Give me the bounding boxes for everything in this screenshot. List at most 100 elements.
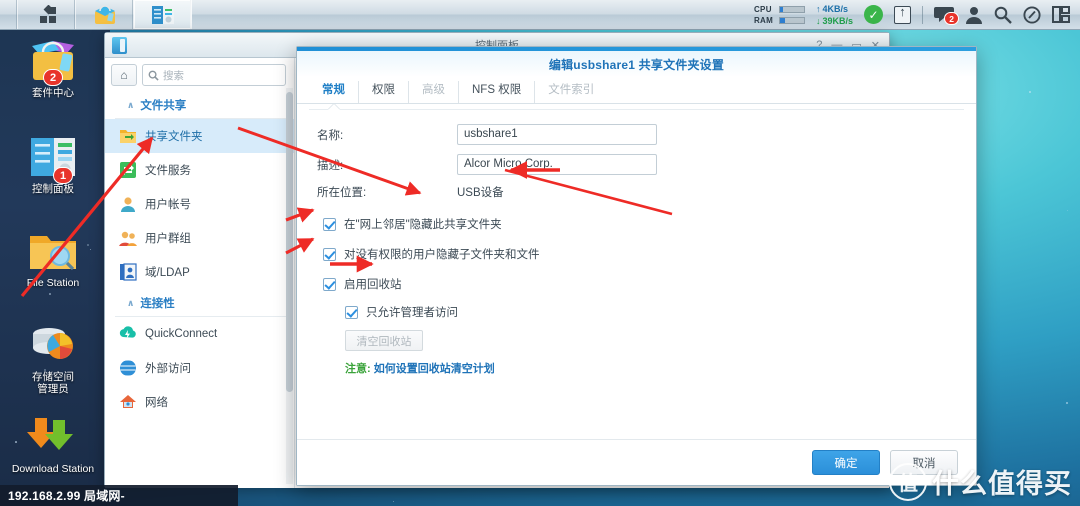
desktop-icon-download-station[interactable]: Download Station xyxy=(0,414,106,475)
widgets-icon[interactable] xyxy=(1052,6,1070,23)
search-input[interactable]: 搜索 xyxy=(142,64,286,86)
taskbar-control-panel[interactable] xyxy=(134,0,192,29)
upload-queue-icon[interactable] xyxy=(894,6,911,24)
control-panel-badge: 1 xyxy=(53,167,73,184)
sidebar-group-connectivity[interactable]: ∧ 连接性 xyxy=(115,289,290,317)
sidebar-item-label: 网络 xyxy=(145,394,168,410)
file-services-icon xyxy=(119,161,137,179)
hide-in-network-checkbox[interactable] xyxy=(323,218,336,231)
description-input[interactable]: Alcor Micro Corp. xyxy=(457,154,657,175)
location-value: USB设备 xyxy=(457,184,504,200)
ok-button[interactable]: 确定 xyxy=(812,450,880,475)
taskbar-right: CPU RAM ↑ 4KB/s ↓ 39KB/s ✓ ↑ 2 xyxy=(754,0,1080,30)
chevron-up-icon: ∧ xyxy=(127,298,134,309)
field-row-name: 名称: usbshare1 xyxy=(297,124,976,145)
taskbar: CPU RAM ↑ 4KB/s ↓ 39KB/s ✓ ↑ 2 xyxy=(0,0,1080,30)
upload-speed: 4KB/s xyxy=(822,4,848,14)
ram-label: RAM xyxy=(754,16,776,25)
dialog-footer: 确定 取消 xyxy=(297,439,976,485)
admin-only-label: 只允许管理者访问 xyxy=(366,304,458,320)
storage-manager-art xyxy=(27,322,79,368)
network-icon xyxy=(119,393,137,411)
sidebar-item-domain-ldap[interactable]: 域/LDAP xyxy=(105,255,294,289)
taskbar-edge xyxy=(0,0,18,29)
system-healthy-icon[interactable]: ✓ xyxy=(864,5,883,24)
sidebar-item-label: 共享文件夹 xyxy=(145,128,203,144)
external-access-icon xyxy=(119,359,137,377)
watermark: 值 什么值得买 xyxy=(889,462,1072,501)
sidebar-group-label: 文件共享 xyxy=(140,97,186,113)
empty-recycle-bin-button: 清空回收站 xyxy=(345,330,423,351)
sidebar-item-user-group[interactable]: 用户群组 xyxy=(105,221,294,255)
watermark-logo: 值 xyxy=(889,463,927,501)
search-icon[interactable] xyxy=(994,6,1012,24)
field-row-description: 描述: Alcor Micro Corp. xyxy=(297,154,976,175)
search-icon xyxy=(148,70,159,81)
checkbox-row-admin-only[interactable]: 只允许管理者访问 xyxy=(345,304,976,320)
taskbar-package-center[interactable] xyxy=(76,0,134,29)
desktop-icon-storage-manager[interactable]: 存储空间 管理员 xyxy=(0,322,106,395)
status-bar-text: 192.168.2.99 局域网- xyxy=(8,487,125,504)
sidebar-item-network[interactable]: 网络 xyxy=(105,385,294,419)
sidebar-item-label: 用户帐号 xyxy=(145,196,191,212)
network-speed: ↑ 4KB/s ↓ 39KB/s xyxy=(816,4,853,26)
desktop-root: CPU RAM ↑ 4KB/s ↓ 39KB/s ✓ ↑ 2 2 套件中心 1 … xyxy=(0,0,1080,506)
sidebar-scrollbar-thumb[interactable] xyxy=(286,92,293,392)
download-arrow-icon: ↓ xyxy=(816,16,821,26)
dialog-body: 名称: usbshare1 描述: Alcor Micro Corp. 所在位置… xyxy=(297,110,976,376)
control-panel-art: 1 xyxy=(27,134,79,180)
sidebar-item-label: 用户群组 xyxy=(145,230,191,246)
control-panel-sidebar: ⌂ 搜索 ∧ 文件共享 共享文件夹 文件服务 用户帐号 用户群组 域/LDAP … xyxy=(105,58,295,488)
package-center-icon xyxy=(93,4,117,26)
desktop-icon-file-station[interactable]: File Station xyxy=(0,228,106,289)
notification-badge: 2 xyxy=(944,12,959,25)
grid-menu-icon xyxy=(36,5,58,25)
sidebar-item-label: 域/LDAP xyxy=(145,264,190,280)
desktop-icon-package-center[interactable]: 2 套件中心 xyxy=(0,38,106,99)
name-input[interactable]: usbshare1 xyxy=(457,124,657,145)
sidebar-item-user-account[interactable]: 用户帐号 xyxy=(105,187,294,221)
checkbox-row-enable-recycle-bin[interactable]: 启用回收站 xyxy=(323,276,976,292)
user-group-icon xyxy=(119,229,137,247)
dialog-tabs: 常规 权限 高级 NFS 权限 文件索引 xyxy=(297,77,976,104)
file-station-label: File Station xyxy=(0,277,106,289)
desktop-icon-control-panel[interactable]: 1 控制面板 xyxy=(0,134,106,195)
field-row-location: 所在位置: USB设备 xyxy=(297,184,976,200)
resource-meters: CPU RAM xyxy=(754,5,805,25)
download-station-art xyxy=(27,414,79,460)
enable-recycle-bin-label: 启用回收站 xyxy=(344,276,402,292)
note-link[interactable]: 如何设置回收站清空计划 xyxy=(374,363,495,375)
sidebar-group-file-sharing[interactable]: ∧ 文件共享 xyxy=(115,91,290,119)
dialog-title: 编辑usbshare1 共享文件夹设置 xyxy=(549,56,724,73)
control-panel-icon xyxy=(151,5,175,25)
sidebar-group-label: 连接性 xyxy=(140,295,175,311)
home-icon[interactable]: ⌂ xyxy=(111,64,137,86)
sidebar-item-external-access[interactable]: 外部访问 xyxy=(105,351,294,385)
tab-general[interactable]: 常规 xyxy=(309,81,358,103)
notification-bell-icon[interactable]: 2 xyxy=(934,6,954,23)
sidebar-item-label: 外部访问 xyxy=(145,360,191,376)
taskbar-main-menu[interactable] xyxy=(18,0,76,29)
checkbox-row-hide-subfolders[interactable]: 对没有权限的用户隐藏子文件夹和文件 xyxy=(323,246,976,262)
download-speed: 39KB/s xyxy=(822,16,853,26)
sidebar-item-quickconnect[interactable]: QuickConnect xyxy=(105,317,294,351)
user-account-icon xyxy=(119,195,137,213)
user-icon[interactable] xyxy=(965,6,983,24)
enable-recycle-bin-checkbox[interactable] xyxy=(323,278,336,291)
sidebar-item-shared-folder[interactable]: 共享文件夹 xyxy=(105,119,294,153)
sidebar-item-label: 文件服务 xyxy=(145,162,191,178)
tab-permissions[interactable]: 权限 xyxy=(358,81,408,103)
file-station-art xyxy=(27,228,79,274)
checkbox-row-hide-in-network[interactable]: 在"网上邻居"隐藏此共享文件夹 xyxy=(323,216,976,232)
admin-only-checkbox[interactable] xyxy=(345,306,358,319)
tab-file-index: 文件索引 xyxy=(534,81,607,103)
note-prefix: 注意: xyxy=(345,363,371,375)
name-label: 名称: xyxy=(297,127,457,143)
status-bar: 192.168.2.99 局域网- xyxy=(0,485,238,506)
sidebar-item-label: QuickConnect xyxy=(145,328,217,340)
sidebar-item-file-services[interactable]: 文件服务 xyxy=(105,153,294,187)
tab-nfs-permissions[interactable]: NFS 权限 xyxy=(458,81,534,103)
help-icon[interactable] xyxy=(1023,6,1041,24)
upload-arrow-icon: ↑ xyxy=(816,4,821,14)
hide-subfolders-checkbox[interactable] xyxy=(323,248,336,261)
